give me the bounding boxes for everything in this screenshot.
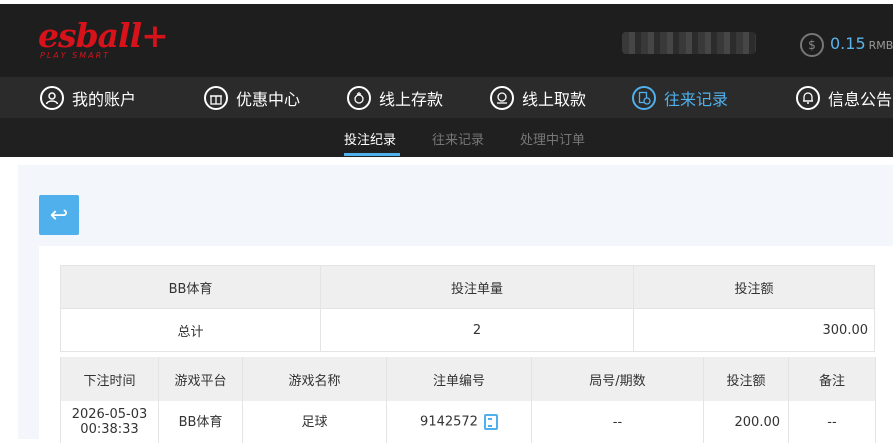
nav-my-account[interactable]: 我的账户: [40, 84, 136, 112]
summary-header-count: 投注单量: [320, 265, 634, 309]
nav-label: 线上取款: [522, 90, 587, 109]
summary-count: 2: [320, 308, 634, 352]
order-no-cell: 9142572: [386, 401, 532, 443]
bet-time: 00:38:33: [80, 422, 139, 437]
balance-amount: 0.15: [830, 34, 866, 53]
gift-icon: [204, 86, 228, 110]
note-cell: --: [788, 401, 876, 443]
col-amount: 投注额: [703, 357, 789, 401]
col-game-name: 游戏名称: [242, 357, 387, 401]
nav-deposit[interactable]: 线上存款: [347, 84, 443, 112]
col-bet-time: 下注时间: [60, 357, 159, 401]
back-button[interactable]: ↩: [39, 195, 79, 235]
records-icon: [632, 86, 656, 110]
order-no-value: 9142572: [420, 414, 478, 430]
amount-cell: 200.00: [703, 401, 789, 443]
col-platform: 游戏平台: [158, 357, 243, 401]
summary-header-amount: 投注额: [633, 265, 875, 309]
table-row: 2026-05-03 00:38:33 BB体育 足球 9142572 -- 2…: [60, 401, 876, 443]
nav-label: 往来记录: [664, 90, 729, 109]
nav-withdraw[interactable]: 线上取款: [490, 84, 586, 112]
site-logo[interactable]: esball+ PLAY SMART: [38, 16, 169, 61]
tab-bet-records[interactable]: 投注纪录: [344, 129, 396, 148]
col-round: 局号/期数: [531, 357, 704, 401]
platform-cell: BB体育: [158, 401, 243, 443]
back-arrow-icon: ↩: [49, 202, 69, 228]
bet-date: 2026-05-03: [71, 407, 148, 422]
summary-label: 总计: [60, 308, 321, 352]
bell-icon: [796, 86, 820, 110]
nav-label: 信息公告: [828, 90, 893, 109]
sub-nav: 投注纪录 往来记录 处理中订单: [0, 118, 893, 157]
username-blurred: [622, 32, 756, 54]
summary-header-row: BB体育 投注单量 投注额: [60, 265, 875, 309]
main-nav: 我的账户 优惠中心 线上存款 线上取款 往来记录 信息公告: [0, 77, 893, 118]
bet-time-cell: 2026-05-03 00:38:33: [60, 401, 159, 443]
details-table: 下注时间 游戏平台 游戏名称 注单编号 局号/期数 投注额 备注 2026-05…: [60, 357, 876, 443]
details-header-row: 下注时间 游戏平台 游戏名称 注单编号 局号/期数 投注额 备注: [60, 357, 876, 401]
tab-pending-orders[interactable]: 处理中订单: [520, 129, 585, 148]
col-order-no: 注单编号: [386, 357, 532, 401]
summary-table: BB体育 投注单量 投注额 总计 2 300.00: [60, 265, 875, 352]
summary-amount: 300.00: [633, 308, 875, 352]
copy-icon[interactable]: [483, 414, 498, 430]
nav-records[interactable]: 往来记录: [632, 84, 728, 112]
game-cell: 足球: [242, 401, 387, 443]
deposit-icon: [347, 86, 371, 110]
nav-label: 优惠中心: [236, 90, 301, 109]
balance-display: 0.15 RMB: [830, 34, 893, 56]
col-note: 备注: [788, 357, 876, 401]
coin-icon: $: [800, 33, 824, 57]
round-cell: --: [531, 401, 704, 443]
nav-promotions[interactable]: 优惠中心: [204, 84, 300, 112]
nav-label: 我的账户: [72, 90, 137, 109]
site-header: esball+ PLAY SMART $ 0.15 RMB: [0, 4, 893, 77]
withdraw-icon: [490, 86, 514, 110]
balance-currency: RMB: [868, 39, 893, 52]
nav-announcements[interactable]: 信息公告: [796, 84, 892, 112]
logo-text: esball+: [38, 16, 169, 55]
summary-row: 总计 2 300.00: [60, 308, 875, 352]
user-icon: [40, 86, 64, 110]
active-tab-indicator: [344, 153, 400, 156]
nav-label: 线上存款: [379, 90, 444, 109]
tab-transactions[interactable]: 往来记录: [432, 129, 484, 148]
summary-header-platform: BB体育: [60, 265, 321, 309]
